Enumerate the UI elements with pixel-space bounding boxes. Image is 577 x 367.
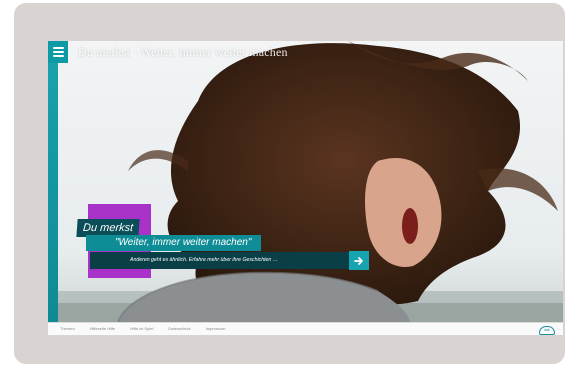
footer-bar: Themen Hilfeseite Hilfe Hilfe ist Spiel … — [48, 322, 563, 335]
page-title: Du merkst · Weiter, immer weiter machen — [78, 45, 288, 59]
arrow-right-icon — [354, 256, 363, 265]
footer-link-impressum[interactable]: Impressum — [206, 326, 226, 331]
browser-screen: Du merkst · Weiter, immer weiter machen … — [48, 41, 563, 335]
side-accent-strip — [48, 41, 58, 322]
footer-link-spiel[interactable]: Hilfe ist Spiel — [130, 326, 153, 331]
hero-quote: "Weiter, immer weiter machen" — [86, 235, 262, 251]
footer-links: Themen Hilfeseite Hilfe Hilfe ist Spiel … — [60, 326, 225, 331]
footer-link-hilfe[interactable]: Hilfeseite Hilfe — [90, 326, 116, 331]
cta-text[interactable]: Anderen geht es ähnlich. Erfahre mehr üb… — [90, 252, 350, 269]
hamburger-menu-icon — [52, 47, 64, 49]
footer-link-themen[interactable]: Themen — [60, 326, 75, 331]
menu-button[interactable] — [48, 41, 68, 63]
hero-photo — [48, 41, 563, 322]
device-frame: Du merkst · Weiter, immer weiter machen … — [14, 3, 565, 364]
brand-logo[interactable]: dak — [539, 326, 555, 335]
cta-button[interactable] — [349, 251, 369, 270]
footer-link-datenschutz[interactable]: Datenschutz — [168, 326, 190, 331]
